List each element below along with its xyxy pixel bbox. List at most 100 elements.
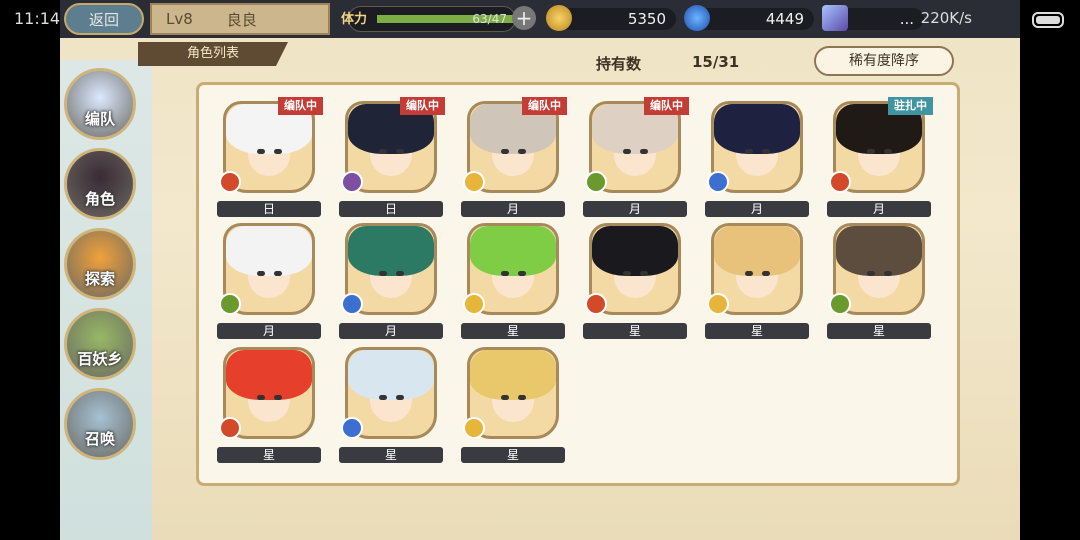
portrait-hair	[348, 226, 434, 276]
portrait-eye	[396, 148, 405, 154]
sidebar-item-label: 百妖乡	[77, 350, 123, 368]
character-rank-label: 星	[339, 447, 443, 463]
element-icon	[219, 293, 241, 315]
portrait-eye	[256, 394, 265, 400]
portrait-eye	[396, 394, 405, 400]
status-time: 11:14	[14, 9, 61, 28]
stamina-value: 63/47	[472, 12, 507, 26]
spirit-value: 4449	[765, 10, 804, 28]
portrait-eye	[518, 394, 527, 400]
portrait-eye	[256, 148, 265, 154]
portrait-hair	[836, 226, 922, 276]
sidebar-item-explore[interactable]: 探索	[64, 228, 136, 300]
element-icon	[463, 171, 485, 193]
gold-display: 5350	[558, 8, 676, 30]
status-badge: 编队中	[522, 97, 567, 115]
sidebar-item-characters[interactable]: 角色	[64, 148, 136, 220]
portrait-eye	[274, 394, 283, 400]
character-rank-label: 月	[461, 201, 565, 217]
element-icon	[463, 293, 485, 315]
portrait-eye	[622, 148, 631, 154]
sidebar-item-label: 探索	[84, 270, 115, 288]
portrait-eye	[884, 148, 893, 154]
character-grid: 编队中日编队中日编队中月编队中月月驻扎中月月月星星星星星星星	[196, 82, 960, 486]
player-level: Lv8	[166, 10, 193, 28]
spirit-display: 4449	[696, 8, 814, 30]
portrait-eye	[622, 270, 631, 276]
status-badge: 编队中	[644, 97, 689, 115]
top-bar: 返回 Lv8 良良 体力 63/47 + 5350 4449 ...	[60, 0, 1020, 38]
portrait-hair	[470, 226, 556, 276]
character-rank-label: 星	[827, 323, 931, 339]
portrait-eye	[640, 270, 649, 276]
character-rank-label: 星	[461, 323, 565, 339]
add-stamina-button[interactable]: +	[512, 6, 536, 30]
character-card[interactable]: 星	[827, 223, 931, 341]
sort-rarity-button[interactable]: 稀有度降序	[814, 46, 954, 76]
stamina-label: 体力	[341, 12, 368, 27]
portrait-eye	[884, 270, 893, 276]
status-badge: 驻扎中	[888, 97, 933, 115]
character-card[interactable]: 编队中日	[217, 97, 323, 219]
character-card[interactable]: 星	[461, 347, 565, 465]
portrait-eye	[518, 270, 527, 276]
gem-icon	[822, 5, 848, 31]
element-icon	[219, 417, 241, 439]
game-screen: 返回 Lv8 良良 体力 63/47 + 5350 4449 ... 编队 角色…	[60, 0, 1020, 540]
page-title: 角色列表	[138, 42, 288, 66]
sidebar-item-team[interactable]: 编队	[64, 68, 136, 140]
portrait-hair	[592, 226, 678, 276]
element-icon	[341, 171, 363, 193]
character-rank-label: 日	[339, 201, 443, 217]
portrait-eye	[500, 394, 509, 400]
back-button[interactable]: 返回	[64, 3, 144, 35]
character-card[interactable]: 星	[705, 223, 809, 341]
character-card[interactable]: 编队中月	[583, 97, 689, 219]
portrait-eye	[500, 270, 509, 276]
gold-coin-icon	[546, 5, 572, 31]
element-icon	[585, 293, 607, 315]
character-rank-label: 日	[217, 201, 321, 217]
character-card[interactable]: 星	[461, 223, 565, 341]
sidebar-nav: 编队 角色 探索 百妖乡 召唤	[60, 60, 152, 540]
character-card[interactable]: 星	[339, 347, 443, 465]
portrait-eye	[640, 148, 649, 154]
element-icon	[585, 171, 607, 193]
portrait-hair	[714, 104, 800, 154]
character-card[interactable]: 月	[217, 223, 321, 341]
player-info: Lv8 良良	[150, 3, 330, 35]
element-icon	[341, 417, 363, 439]
stamina-bar: 体力 63/47	[341, 6, 516, 32]
character-card[interactable]: 月	[339, 223, 443, 341]
portrait-eye	[274, 270, 283, 276]
sidebar-item-label: 召唤	[84, 430, 115, 448]
character-card[interactable]: 驻扎中月	[827, 97, 933, 219]
portrait-eye	[396, 270, 405, 276]
player-name: 良良	[226, 10, 257, 29]
character-card[interactable]: 编队中日	[339, 97, 445, 219]
status-badge: 编队中	[278, 97, 323, 115]
sidebar-item-village[interactable]: 百妖乡	[64, 308, 136, 380]
portrait-eye	[744, 270, 753, 276]
spirit-flame-icon	[684, 5, 710, 31]
character-card[interactable]: 编队中月	[461, 97, 567, 219]
owned-count-label: 持有数	[596, 55, 642, 73]
battery-icon	[1032, 12, 1064, 28]
sidebar-item-label: 编队	[84, 110, 115, 128]
character-rank-label: 星	[583, 323, 687, 339]
element-icon	[829, 171, 851, 193]
element-icon	[219, 171, 241, 193]
character-rank-label: 月	[705, 201, 809, 217]
character-rank-label: 月	[583, 201, 687, 217]
character-card[interactable]: 星	[217, 347, 321, 465]
character-card[interactable]: 星	[583, 223, 687, 341]
portrait-eye	[762, 270, 771, 276]
character-card[interactable]: 月	[705, 101, 809, 219]
element-icon	[341, 293, 363, 315]
character-rank-label: 星	[461, 447, 565, 463]
sidebar-item-summon[interactable]: 召唤	[64, 388, 136, 460]
character-rank-label: 月	[827, 201, 931, 217]
portrait-eye	[518, 148, 527, 154]
character-rank-label: 星	[217, 447, 321, 463]
portrait-eye	[378, 148, 387, 154]
